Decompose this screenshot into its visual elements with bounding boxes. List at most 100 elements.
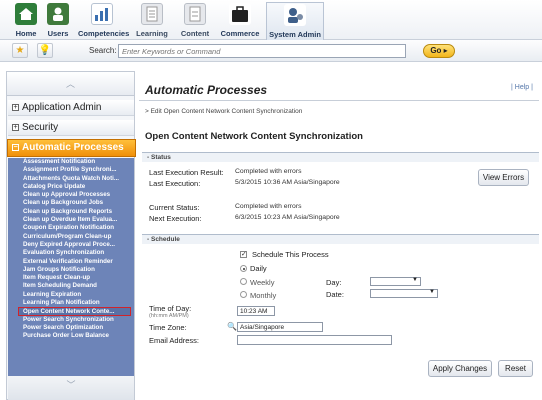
sidebar-item[interactable]: Clean up Overdue Item Evalua... bbox=[8, 216, 134, 224]
go-button[interactable]: Go ▸ bbox=[423, 44, 455, 58]
day-select[interactable]: ▼ bbox=[370, 277, 421, 286]
current-status-label: Current Status: bbox=[149, 203, 200, 212]
status-header-label: Status bbox=[150, 154, 171, 161]
time-zone-label: Time Zone: bbox=[149, 323, 187, 332]
sidebar-process-list: Assessment Notification Assignment Profi… bbox=[8, 158, 134, 376]
weekly-label: Weekly bbox=[250, 278, 275, 287]
learning-icon bbox=[141, 3, 163, 25]
nav-competencies[interactable]: Competencies bbox=[78, 2, 130, 40]
competencies-icon bbox=[91, 3, 113, 25]
last-execution-label: Last Execution: bbox=[149, 179, 201, 188]
dropdown-arrow-icon: ▼ bbox=[429, 289, 435, 295]
content-icon bbox=[184, 3, 206, 25]
weekly-radio[interactable] bbox=[240, 278, 247, 285]
date-select[interactable]: ▼ bbox=[370, 289, 438, 298]
sidebar-section-label: Automatic Processes bbox=[22, 142, 124, 153]
expand-icon: + bbox=[12, 104, 19, 111]
next-execution-value: 6/3/2015 10:23 AM Asia/Singapore bbox=[235, 214, 340, 221]
sidebar-item[interactable]: Deny Expired Approval Proce... bbox=[8, 241, 134, 249]
sidebar-item[interactable]: Clean up Background Reports bbox=[8, 208, 134, 216]
divider bbox=[139, 100, 539, 101]
apply-changes-button[interactable]: Apply Changes bbox=[428, 360, 492, 377]
sidebar-item[interactable]: Item Scheduling Demand bbox=[8, 282, 134, 290]
time-zone-input[interactable] bbox=[237, 322, 323, 332]
top-navigation: Home Users Competencies Learning Content… bbox=[0, 0, 542, 41]
nav-label: Users bbox=[47, 29, 69, 38]
sidebar-item[interactable]: Jam Groups Notification bbox=[8, 266, 134, 274]
sidebar-item[interactable]: Power Search Synchronization bbox=[8, 316, 134, 324]
search-label: Search: bbox=[89, 46, 117, 55]
nav-learning[interactable]: Learning bbox=[128, 2, 176, 40]
sidebar-item[interactable]: Purchase Order Low Balance bbox=[8, 332, 134, 340]
current-status-value: Completed with errors bbox=[235, 203, 302, 210]
nav-label: Content bbox=[180, 29, 210, 38]
lightbulb-icon[interactable]: 💡 bbox=[37, 43, 53, 58]
collapse-icon: − bbox=[12, 144, 19, 151]
users-icon bbox=[47, 3, 69, 25]
main-content: Automatic Processes | Help | > Edit Open… bbox=[139, 75, 542, 400]
email-address-label: Email Address: bbox=[149, 336, 200, 345]
sidebar-item[interactable]: Item Request Clean-up bbox=[8, 274, 134, 282]
nav-label: Commerce bbox=[220, 29, 260, 38]
sidebar-item[interactable]: Clean up Background Jobs bbox=[8, 199, 134, 207]
sidebar-section-security[interactable]: + Security bbox=[8, 120, 134, 136]
view-errors-button[interactable]: View Errors bbox=[478, 169, 529, 186]
sidebar-section-automatic-processes[interactable]: − Automatic Processes bbox=[7, 139, 136, 157]
time-format-hint: (hh:mm AM/PM) bbox=[149, 313, 189, 319]
sidebar-item[interactable]: Assignment Profile Synchroni... bbox=[8, 166, 134, 174]
schedule-header-label: Schedule bbox=[150, 236, 180, 243]
scroll-down-icon[interactable]: ﹀ bbox=[8, 376, 134, 400]
sidebar-item-selected[interactable]: Open Content Network Conte... bbox=[18, 307, 131, 316]
day-label: Day: bbox=[326, 278, 342, 287]
nav-system-admin[interactable]: System Admin bbox=[266, 2, 324, 41]
sidebar-section-label: Application Admin bbox=[22, 102, 102, 113]
sidebar-item[interactable]: Power Search Optimization bbox=[8, 324, 134, 332]
sidebar-section-application-admin[interactable]: + Application Admin bbox=[8, 100, 134, 116]
sidebar-item[interactable]: Learning Plan Notification bbox=[8, 299, 134, 307]
sidebar-item[interactable]: Coupon Expiration Notification bbox=[8, 224, 134, 232]
commerce-icon bbox=[229, 3, 251, 25]
sidebar-item[interactable]: External Verification Reminder bbox=[8, 258, 134, 266]
nav-users[interactable]: Users bbox=[34, 2, 82, 40]
time-of-day-label: Time of Day: bbox=[149, 304, 192, 313]
time-of-day-input[interactable] bbox=[237, 306, 275, 316]
dropdown-arrow-icon: ▼ bbox=[412, 277, 418, 283]
schedule-this-checkbox[interactable]: ✓ bbox=[240, 251, 247, 258]
nav-label: Learning bbox=[136, 29, 168, 38]
monthly-radio[interactable] bbox=[240, 291, 247, 298]
status-header: - Status bbox=[142, 152, 539, 162]
last-result-label: Last Execution Result: bbox=[149, 168, 224, 177]
system-admin-icon bbox=[284, 4, 306, 26]
nav-label: Competencies bbox=[78, 29, 130, 38]
email-address-input[interactable] bbox=[237, 335, 392, 345]
nav-commerce[interactable]: Commerce bbox=[216, 2, 264, 40]
expand-icon: + bbox=[12, 124, 19, 131]
date-label: Date: bbox=[326, 290, 344, 299]
help-link[interactable]: | Help | bbox=[511, 84, 533, 91]
sidebar-item[interactable]: Clean up Approval Processes bbox=[8, 191, 134, 199]
next-execution-label: Next Execution: bbox=[149, 214, 202, 223]
schedule-header: - Schedule bbox=[142, 234, 539, 244]
daily-radio[interactable] bbox=[240, 265, 247, 272]
sidebar-item[interactable]: Catalog Price Update bbox=[8, 183, 134, 191]
sidebar-item[interactable]: Attachments Quota Watch Noti... bbox=[8, 175, 134, 183]
sidebar-item[interactable]: Learning Expiration bbox=[8, 291, 134, 299]
last-result-value: Completed with errors bbox=[235, 168, 302, 175]
sidebar-item[interactable]: Evaluation Synchronization bbox=[8, 249, 134, 257]
page-title: Automatic Processes bbox=[145, 83, 268, 97]
star-icon[interactable]: ★ bbox=[12, 43, 28, 58]
search-input[interactable] bbox=[118, 44, 406, 58]
nav-label: System Admin bbox=[269, 30, 321, 39]
breadcrumb: > Edit Open Content Network Content Sync… bbox=[145, 108, 303, 115]
nav-content[interactable]: Content bbox=[171, 2, 219, 40]
daily-label: Daily bbox=[250, 264, 267, 273]
search-icon[interactable]: 🔍 bbox=[227, 322, 237, 331]
schedule-this-label: Schedule This Process bbox=[252, 250, 329, 259]
monthly-label: Monthly bbox=[250, 291, 277, 300]
section-title: Open Content Network Content Synchroniza… bbox=[145, 131, 363, 142]
sidebar-item[interactable]: Assessment Notification bbox=[8, 158, 134, 166]
last-execution-value: 5/3/2015 10:36 AM Asia/Singapore bbox=[235, 179, 340, 186]
reset-button[interactable]: Reset bbox=[498, 360, 533, 377]
scroll-up-icon[interactable]: ︿ bbox=[7, 72, 134, 96]
sidebar-item[interactable]: Curriculum/Program Clean-up bbox=[8, 233, 134, 241]
